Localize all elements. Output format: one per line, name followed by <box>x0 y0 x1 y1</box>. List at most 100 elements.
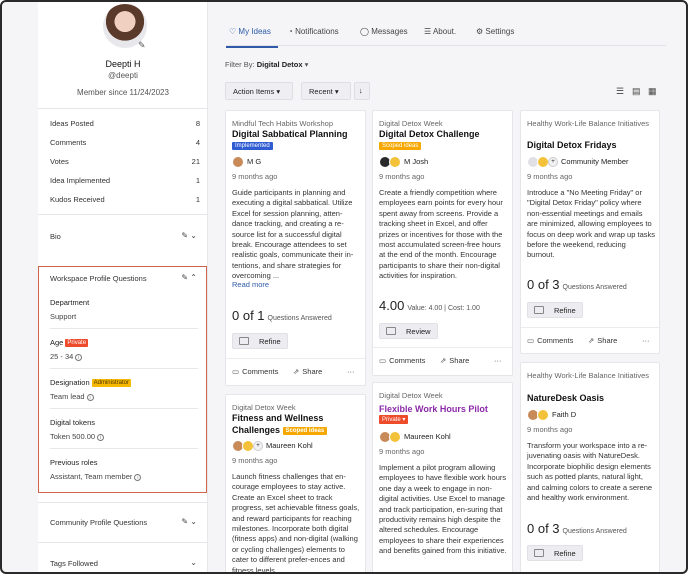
administrator-badge: Administrator <box>91 379 131 387</box>
share-button[interactable]: ⇗ Share <box>440 356 469 365</box>
more-options-icon[interactable]: ··· <box>642 336 650 345</box>
caret-down-icon: ▾ <box>304 60 309 69</box>
workspace-controls[interactable]: ✎ ⌃ <box>181 273 197 282</box>
idea-title[interactable]: Digital Sabbatical Planning <box>232 128 360 140</box>
info-icon[interactable]: i <box>97 434 105 441</box>
chevron-down-icon[interactable]: ⌄ <box>190 231 197 240</box>
tab-my-ideas[interactable]: ♡ My Ideas <box>226 27 278 48</box>
caret-down-icon: ▾ <box>276 87 281 96</box>
tab-settings[interactable]: ⚙ Settings <box>476 27 514 36</box>
gear-icon: ⚙ <box>476 27 484 36</box>
divider <box>226 358 365 359</box>
questions-answered: 0 of 1 Questions Answered <box>232 308 332 323</box>
review-button[interactable]: Review <box>379 323 438 339</box>
read-more-link[interactable]: Read more <box>232 280 269 289</box>
sort-dropdown[interactable]: Recent ▾ <box>301 82 351 100</box>
idea-description: Implement a pilot program allowing emplo… <box>379 463 507 556</box>
divider <box>521 327 659 328</box>
divider <box>373 347 512 348</box>
caret-down-icon: ▾ <box>334 87 339 96</box>
idea-card[interactable]: Digital Detox Week Fitness and Wellness … <box>225 394 366 574</box>
comments-button[interactable]: ▭ Comments <box>379 356 425 365</box>
idea-author[interactable]: M G <box>232 156 261 168</box>
share-button[interactable]: ⇗ Share <box>588 336 617 345</box>
edit-avatar-icon[interactable]: ✎ <box>138 40 148 50</box>
review-icon <box>386 327 396 335</box>
member-since: Member since 11/24/2023 <box>77 88 169 97</box>
idea-title[interactable]: Digital Detox Fridays <box>527 139 655 151</box>
field-department: Department Support <box>50 298 90 321</box>
idea-title[interactable]: Digital Detox Challenge <box>379 128 507 140</box>
idea-author[interactable]: + Community Member <box>527 156 629 168</box>
tab-about[interactable]: ☰ About. <box>424 27 456 36</box>
idea-category: Healthy Work-Life Balance Initiatives <box>527 371 649 380</box>
value-cost: 4.00 Value: 4.00 | Cost: 1.00 <box>379 298 480 313</box>
chevron-up-icon[interactable]: ⌃ <box>190 273 197 282</box>
idea-title[interactable]: Flexible Work Hours Pilot <box>379 403 507 415</box>
field-previous-roles: Previous roles Assistant, Team member i <box>50 458 198 481</box>
stat-kudos-received: Kudos Received 1 <box>50 195 200 204</box>
main-tabs: ♡ My Ideas ◔ Notifications ◯ Messages ☰ … <box>226 18 666 48</box>
idea-author[interactable]: Faith D <box>527 409 576 421</box>
community-controls[interactable]: ✎ ⌄ <box>181 517 197 526</box>
idea-description: Transform your workspace into a re-juven… <box>527 441 653 503</box>
comments-button[interactable]: ▭ Comments <box>232 367 278 376</box>
tab-notifications[interactable]: ◔ Notifications <box>288 27 339 36</box>
questions-answered: 0 of 3 Questions Answered <box>527 521 627 536</box>
edit-icon[interactable]: ✎ <box>181 273 188 282</box>
idea-card[interactable]: Digital Detox Week Digital Detox Challen… <box>372 110 513 376</box>
idea-card[interactable]: Healthy Work-Life Balance Initiatives Di… <box>520 110 660 354</box>
idea-title[interactable]: NatureDesk Oasis <box>527 392 655 404</box>
tab-messages[interactable]: ◯ Messages <box>360 27 408 36</box>
share-button[interactable]: ⇗ Share <box>293 367 322 376</box>
idea-time: 9 months ago <box>232 456 278 465</box>
comments-button[interactable]: ▭ Comments <box>527 336 573 345</box>
bio-controls[interactable]: ✎ ⌄ <box>181 231 197 240</box>
status-badge: Scoped ideas <box>379 142 422 150</box>
sort-direction-button[interactable]: ↓ <box>354 82 370 100</box>
idea-time: 9 months ago <box>379 172 425 181</box>
info-icon[interactable]: i <box>75 354 83 361</box>
workspace-questions-title: Workspace Profile Questions <box>50 274 147 283</box>
list-view-icon[interactable]: ☰ <box>616 86 624 97</box>
avatar <box>389 431 401 443</box>
idea-card[interactable]: Healthy Work-Life Balance Initiatives Na… <box>520 362 660 572</box>
refine-icon <box>239 337 249 345</box>
info-icon[interactable]: i <box>134 474 142 481</box>
refine-button[interactable]: Refine <box>232 333 288 349</box>
edit-icon[interactable]: ✎ <box>181 517 188 526</box>
idea-card[interactable]: Mindful Tech Habits Workshop Digital Sab… <box>225 110 366 386</box>
private-badge[interactable]: Private ▾ <box>379 415 409 424</box>
more-options-icon[interactable]: ··· <box>494 356 502 365</box>
divider <box>50 368 198 369</box>
divider <box>38 214 208 215</box>
chevron-down-icon[interactable]: ⌄ <box>190 517 197 526</box>
compact-view-icon[interactable]: ▤ <box>632 86 641 97</box>
grid-view-icon[interactable]: ▦ <box>648 86 657 97</box>
edit-icon[interactable]: ✎ <box>181 231 188 240</box>
arrow-down-icon: ↓ <box>359 86 363 95</box>
idea-category: Digital Detox Week <box>379 391 443 400</box>
filter-by[interactable]: Filter By: Digital Detox ▾ <box>225 60 308 69</box>
idea-description: Launch fitness challenges that en-courag… <box>232 472 360 574</box>
idea-card[interactable]: Digital Detox Week Flexible Work Hours P… <box>372 382 513 572</box>
refine-icon <box>534 549 544 557</box>
info-icon[interactable]: i <box>86 394 94 401</box>
avatar <box>232 156 244 168</box>
idea-title[interactable]: Fitness and Wellness Challenges Scoped i… <box>232 412 360 438</box>
more-options-icon[interactable]: ··· <box>347 367 355 376</box>
status-badge: Implemented <box>232 142 273 150</box>
idea-author[interactable]: M Josh <box>379 156 428 168</box>
tags-followed-chevron-icon[interactable]: ⌄ <box>190 558 197 567</box>
comment-icon: ▭ <box>527 336 535 345</box>
idea-time: 9 months ago <box>527 425 573 434</box>
refine-button[interactable]: Refine <box>527 545 583 561</box>
idea-author[interactable]: + Maureen Kohl <box>232 440 313 452</box>
refine-button[interactable]: Refine <box>527 302 583 318</box>
idea-author[interactable]: Maureen Kohl <box>379 431 451 443</box>
stat-ideas-implemented: Idea Implemented 1 <box>50 176 200 185</box>
idea-category: Healthy Work-Life Balance Initiatives <box>527 119 649 128</box>
questions-answered: 0 of 3 Questions Answered <box>527 277 627 292</box>
idea-time: 9 months ago <box>232 172 278 181</box>
action-items-dropdown[interactable]: Action Items ▾ <box>225 82 293 100</box>
